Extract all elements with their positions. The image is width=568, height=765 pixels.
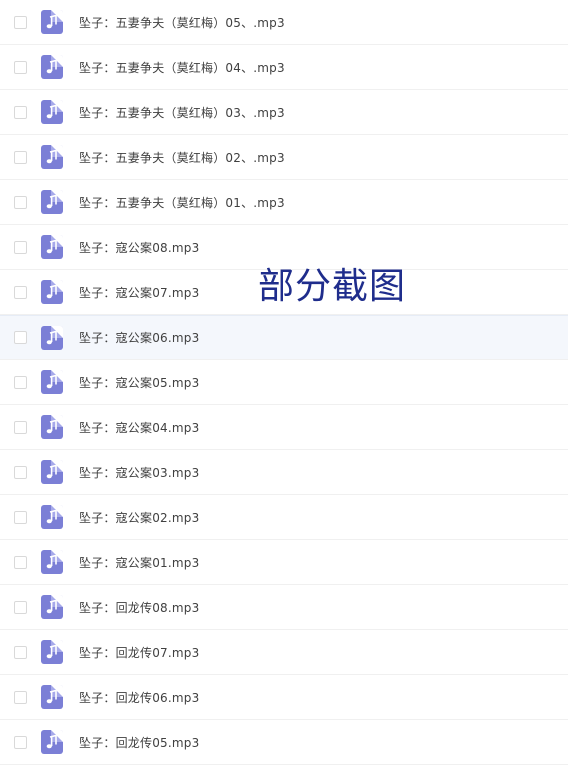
music-file-icon [41, 280, 63, 304]
file-name[interactable]: 坠子：回龙传07.mp3 [79, 644, 199, 661]
music-file-icon [41, 505, 63, 529]
row-checkbox[interactable] [14, 555, 27, 569]
music-file-icon [41, 550, 63, 574]
file-row[interactable]: 坠子：五妻争夫（莫红梅）02、.mp3 [0, 135, 568, 180]
file-name[interactable]: 坠子：寇公案01.mp3 [79, 554, 199, 571]
file-row[interactable]: 坠子：寇公案04.mp3 [0, 405, 568, 450]
music-file-icon [41, 685, 63, 709]
row-checkbox[interactable] [14, 285, 27, 299]
music-file-icon [41, 190, 63, 214]
music-file-icon [41, 640, 63, 664]
file-row[interactable]: 坠子：回龙传08.mp3 [0, 585, 568, 630]
file-row[interactable]: 坠子：五妻争夫（莫红梅）05、.mp3 [0, 0, 568, 45]
file-name[interactable]: 坠子：寇公案02.mp3 [79, 509, 199, 526]
file-row[interactable]: 坠子：寇公案02.mp3 [0, 495, 568, 540]
file-row[interactable]: 坠子：寇公案01.mp3 [0, 540, 568, 585]
row-checkbox[interactable] [14, 735, 27, 749]
row-checkbox[interactable] [14, 690, 27, 704]
music-file-icon [41, 100, 63, 124]
file-name[interactable]: 坠子：五妻争夫（莫红梅）04、.mp3 [79, 59, 285, 76]
music-file-icon [41, 415, 63, 439]
row-checkbox[interactable] [14, 150, 27, 164]
file-name[interactable]: 坠子：五妻争夫（莫红梅）02、.mp3 [79, 149, 285, 166]
file-row[interactable]: 坠子：五妻争夫（莫红梅）03、.mp3 [0, 90, 568, 135]
file-row[interactable]: 坠子：回龙传05.mp3 [0, 720, 568, 765]
file-name[interactable]: 坠子：寇公案04.mp3 [79, 419, 199, 436]
music-file-icon [41, 595, 63, 619]
row-checkbox[interactable] [14, 510, 27, 524]
file-name[interactable]: 坠子：寇公案06.mp3 [79, 329, 199, 346]
row-checkbox[interactable] [14, 465, 27, 479]
file-row[interactable]: 坠子：寇公案08.mp3 [0, 225, 568, 270]
file-name[interactable]: 坠子：回龙传08.mp3 [79, 599, 199, 616]
row-checkbox[interactable] [14, 15, 27, 29]
file-name[interactable]: 坠子：五妻争夫（莫红梅）05、.mp3 [79, 14, 285, 31]
file-row[interactable]: 坠子：寇公案07.mp3 [0, 270, 568, 315]
file-name[interactable]: 坠子：寇公案05.mp3 [79, 374, 199, 391]
file-name[interactable]: 坠子：回龙传06.mp3 [79, 689, 199, 706]
file-name[interactable]: 坠子：五妻争夫（莫红梅）03、.mp3 [79, 104, 285, 121]
music-file-icon [41, 460, 63, 484]
row-checkbox[interactable] [14, 645, 27, 659]
file-name[interactable]: 坠子：五妻争夫（莫红梅）01、.mp3 [79, 194, 285, 211]
file-row[interactable]: 坠子：寇公案03.mp3 [0, 450, 568, 495]
file-row[interactable]: 坠子：回龙传06.mp3 [0, 675, 568, 720]
file-name[interactable]: 坠子：寇公案08.mp3 [79, 239, 199, 256]
music-file-icon [41, 730, 63, 754]
music-file-icon [41, 235, 63, 259]
row-checkbox[interactable] [14, 600, 27, 614]
file-list: 坠子：五妻争夫（莫红梅）05、.mp3 坠子：五妻争夫（莫红梅）04、.mp3 坠子… [0, 0, 568, 765]
row-checkbox[interactable] [14, 240, 27, 254]
music-file-icon [41, 55, 63, 79]
row-checkbox[interactable] [14, 331, 27, 344]
row-checkbox[interactable] [14, 420, 27, 434]
music-file-icon [41, 325, 63, 350]
file-row[interactable]: 坠子：寇公案05.mp3 [0, 360, 568, 405]
file-row[interactable]: 坠子：五妻争夫（莫红梅）04、.mp3 [0, 45, 568, 90]
file-name[interactable]: 坠子：寇公案07.mp3 [79, 284, 199, 301]
file-row[interactable]: 坠子：寇公案06.mp3 [0, 315, 568, 360]
file-row[interactable]: 坠子：五妻争夫（莫红梅）01、.mp3 [0, 180, 568, 225]
row-checkbox[interactable] [14, 375, 27, 389]
music-file-icon [41, 370, 63, 394]
music-file-icon [41, 10, 63, 34]
file-row[interactable]: 坠子：回龙传07.mp3 [0, 630, 568, 675]
row-checkbox[interactable] [14, 195, 27, 209]
row-checkbox[interactable] [14, 105, 27, 119]
row-checkbox[interactable] [14, 60, 27, 74]
file-name[interactable]: 坠子：回龙传05.mp3 [79, 734, 199, 751]
file-name[interactable]: 坠子：寇公案03.mp3 [79, 464, 199, 481]
music-file-icon [41, 145, 63, 169]
